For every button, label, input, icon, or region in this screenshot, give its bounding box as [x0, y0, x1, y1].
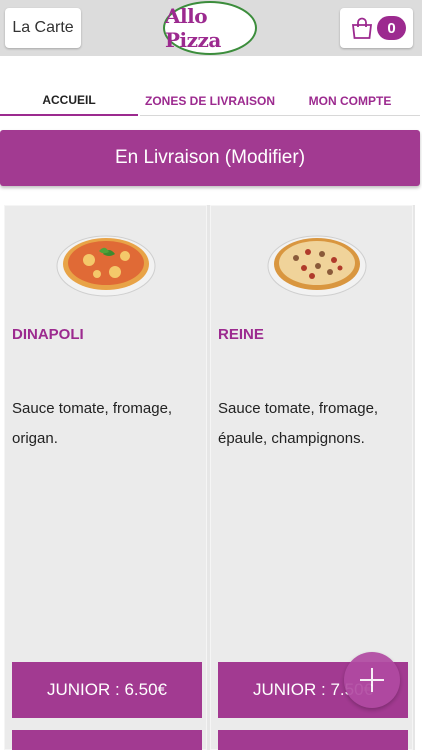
app-screen: La Carte Allo Pizza 0 ACCUEIL ZONES DE L… — [0, 0, 422, 750]
product-description: Sauce tomate, fromage, épaule, champigno… — [218, 400, 379, 447]
price-label: JUNIOR : 6.50€ — [47, 680, 167, 699]
top-header: La Carte Allo Pizza 0 — [0, 0, 422, 56]
nav-tabs: ACCUEIL ZONES DE LIVRAISON MON COMPTE — [0, 86, 422, 116]
cart-count-badge: 0 — [377, 16, 406, 40]
tab-zones-label: ZONES DE LIVRAISON — [144, 93, 275, 108]
product-card[interactable]: DINAPOLI Sauce tomate, fromage, origan. … — [4, 205, 207, 750]
tab-accueil[interactable]: ACCUEIL — [0, 86, 138, 116]
logo-text: Allo Pizza — [165, 4, 221, 52]
product-name: REINE — [218, 326, 264, 343]
menu-button[interactable]: La Carte — [5, 8, 81, 48]
tab-zones-de-livraison[interactable]: ZONES DE LIVRAISON — [140, 86, 280, 116]
tab-mon-compte[interactable]: MON COMPTE — [280, 86, 420, 116]
cart-button[interactable]: 0 — [340, 8, 413, 48]
product-name: DINAPOLI — [12, 326, 84, 343]
app-logo[interactable]: Allo Pizza — [163, 1, 257, 55]
price-size-button[interactable] — [218, 730, 408, 750]
delivery-mode-button[interactable]: En Livraison (Modifier) — [0, 130, 420, 186]
pizza-reine-image — [267, 235, 367, 297]
shopping-bag-icon — [351, 17, 373, 39]
price-junior-button[interactable]: JUNIOR : 6.50€ — [12, 662, 202, 718]
tab-mon-compte-label: MON COMPTE — [308, 93, 392, 108]
price-size-button[interactable] — [12, 730, 202, 750]
tab-accueil-label: ACCUEIL — [42, 93, 96, 107]
menu-button-label: La Carte — [12, 19, 74, 36]
product-description: Sauce tomate, fromage, origan. — [12, 400, 173, 447]
add-to-cart-button[interactable] — [344, 652, 400, 708]
pizza-dinapoli-image — [56, 235, 156, 297]
delivery-mode-label: En Livraison (Modifier) — [114, 147, 306, 168]
